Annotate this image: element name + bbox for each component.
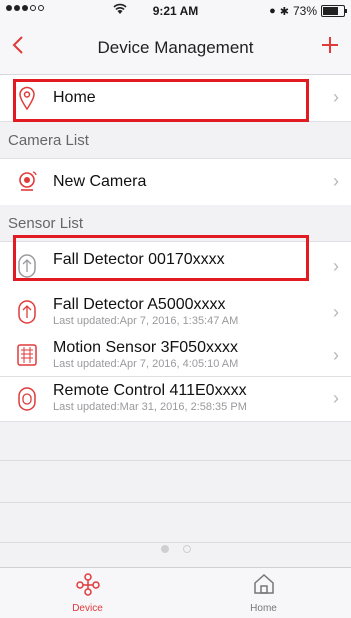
motion-sensor-icon (14, 342, 40, 368)
tab-home[interactable]: Home (176, 572, 351, 614)
tab-home-label: Home (250, 603, 277, 614)
chevron-right-icon: › (333, 302, 339, 322)
chevron-right-icon: › (333, 256, 339, 276)
sensor-last-updated: Last updated:Apr 7, 2016, 1:35:47 AM (53, 315, 239, 327)
sensor-name: Fall Detector A5000xxxx (53, 296, 226, 313)
bluetooth-icon: ✱ (279, 5, 289, 18)
sensor-row[interactable]: Fall Detector A5000xxxx Last updated:Apr… (0, 290, 351, 337)
sensor-row[interactable]: Remote Control 411E0xxxx Last updated:Ma… (0, 377, 351, 422)
page-indicator (0, 545, 351, 553)
chevron-right-icon: › (333, 388, 339, 408)
sensor-name: Remote Control 411E0xxxx (53, 382, 247, 399)
house-icon (253, 573, 274, 594)
navigation-bar: Device Management (0, 22, 351, 75)
tab-device[interactable]: Device (0, 572, 175, 614)
highlight-box (13, 79, 309, 122)
tab-bar: Device Home (0, 567, 351, 618)
sensor-last-updated: Last updated:Apr 7, 2016, 4:05:10 AM (53, 358, 239, 370)
remote-control-icon (14, 386, 40, 412)
page-dot (182, 545, 191, 553)
chevron-right-icon: › (333, 345, 339, 365)
chevron-right-icon: › (333, 171, 339, 191)
plus-icon (322, 37, 338, 53)
battery-icon (321, 5, 347, 17)
alarm-icon: ● (269, 5, 276, 17)
sensor-last-updated: Last updated:Mar 31, 2016, 2:58:35 PM (53, 401, 247, 413)
status-bar: 9:21 AM ● ✱ 73% (0, 0, 351, 22)
chevron-right-icon: › (333, 87, 339, 107)
fall-detector-icon (14, 299, 40, 325)
page-dot-active (160, 545, 169, 553)
camera-row[interactable]: New Camera › (0, 158, 351, 206)
tab-device-label: Device (72, 603, 103, 614)
highlight-box (13, 235, 309, 281)
camera-list-header: Camera List (0, 122, 351, 158)
battery-percent: 73% (292, 4, 317, 18)
device-network-icon (75, 573, 100, 596)
sensor-row[interactable]: Motion Sensor 3F050xxxx Last updated:Apr… (0, 335, 351, 377)
camera-name: New Camera (53, 173, 147, 190)
sensor-name: Motion Sensor 3F050xxxx (53, 339, 238, 356)
add-device-button[interactable] (321, 30, 339, 60)
page-title: Device Management (97, 38, 254, 57)
camera-icon (14, 168, 40, 194)
